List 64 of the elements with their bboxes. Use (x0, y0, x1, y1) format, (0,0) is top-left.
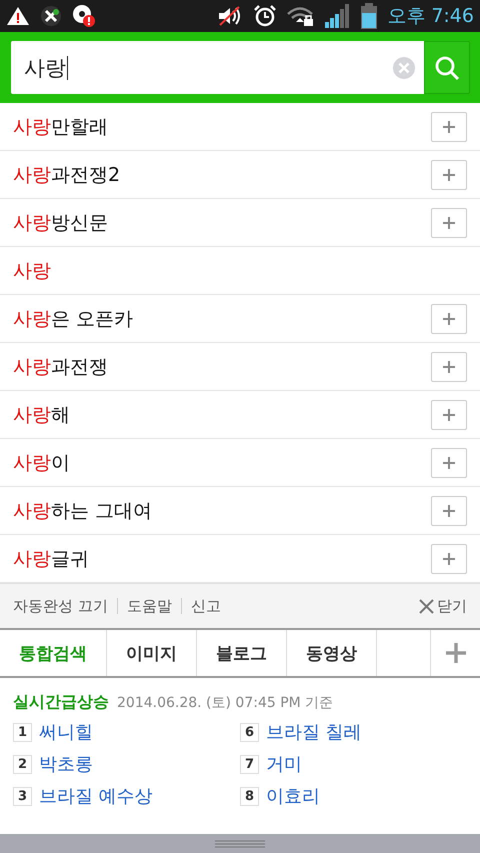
add-button[interactable] (431, 208, 467, 238)
rank-number: 3 (13, 786, 32, 806)
add-button[interactable] (431, 400, 467, 430)
trending-keyword[interactable]: 이효리 (266, 784, 320, 808)
trending-keyword[interactable]: 박초롱 (39, 752, 93, 776)
category-tab[interactable]: 이미지 (107, 630, 197, 676)
suggestion-item[interactable]: 사랑은 오픈카 (13, 306, 431, 332)
add-button[interactable] (431, 304, 467, 334)
trending-keyword[interactable]: 거미 (266, 752, 302, 776)
plus-icon (443, 408, 455, 420)
close-link[interactable]: 닫기 (419, 596, 467, 616)
rank-number: 8 (240, 786, 259, 806)
category-tab[interactable]: 동영상 (287, 630, 377, 676)
rank-number: 1 (13, 722, 32, 742)
suggestion-item[interactable]: 사랑과전쟁2 (13, 162, 431, 188)
disc-alert-icon (72, 4, 96, 28)
bottom-handle-bar[interactable] (0, 834, 480, 853)
trending-title: 실시간급상승 (13, 692, 109, 713)
search-icon (434, 54, 460, 80)
plus-icon (443, 168, 455, 180)
add-button[interactable] (431, 544, 467, 574)
alarm-icon (253, 4, 278, 28)
rank-number: 2 (13, 754, 32, 774)
wifi-lock-icon (287, 5, 316, 27)
suggestion-item[interactable]: 사랑하는 그대여 (13, 498, 431, 524)
suggestion-item[interactable]: 사랑해 (13, 402, 431, 428)
suggestion-item[interactable]: 사랑방신문 (13, 210, 431, 236)
app-icon (40, 5, 62, 27)
plus-icon (443, 360, 455, 372)
warning-icon (6, 6, 30, 26)
category-tab[interactable]: 블로그 (197, 630, 287, 676)
add-button[interactable] (431, 448, 467, 478)
suggestion-item[interactable]: 사랑과전쟁 (13, 354, 431, 380)
add-button[interactable] (431, 496, 467, 526)
suggestion-item[interactable]: 사랑 (13, 258, 467, 284)
category-tab[interactable]: 통합검색 (0, 630, 107, 676)
rank-number: 6 (240, 722, 259, 742)
suggestion-item[interactable]: 사랑글귀 (13, 546, 431, 572)
trending-keyword[interactable]: 브라질 예수상 (39, 784, 153, 808)
footer-link[interactable]: 자동완성 끄기 (13, 596, 108, 616)
footer-link[interactable]: 도움말 (126, 596, 172, 616)
trending-keyword[interactable]: 브라질 칠레 (266, 720, 362, 744)
plus-icon (443, 120, 455, 132)
plus-icon (443, 456, 455, 468)
plus-icon (443, 504, 455, 516)
add-button[interactable] (431, 352, 467, 382)
suggestion-item[interactable]: 사랑이 (13, 450, 431, 476)
plus-icon (443, 216, 455, 228)
suggestion-item[interactable]: 사랑만할래 (13, 114, 431, 140)
clock-time: 오후 7:46 (387, 4, 474, 29)
search-button[interactable] (424, 41, 470, 94)
battery-icon (361, 3, 378, 29)
signal-icon (325, 4, 352, 28)
footer-link[interactable]: 신고 (190, 596, 221, 616)
trending-timestamp: 2014.06.28. (토) 07:45 PM 기준 (117, 694, 334, 712)
close-icon (419, 598, 434, 614)
plus-icon (443, 552, 455, 564)
plus-icon (446, 643, 466, 663)
plus-icon (443, 312, 455, 324)
trending-keyword[interactable]: 써니힐 (39, 720, 93, 744)
add-button[interactable] (431, 160, 467, 190)
rank-number: 7 (240, 754, 259, 774)
add-button[interactable] (431, 112, 467, 142)
search-field[interactable]: 사랑 (11, 41, 424, 94)
